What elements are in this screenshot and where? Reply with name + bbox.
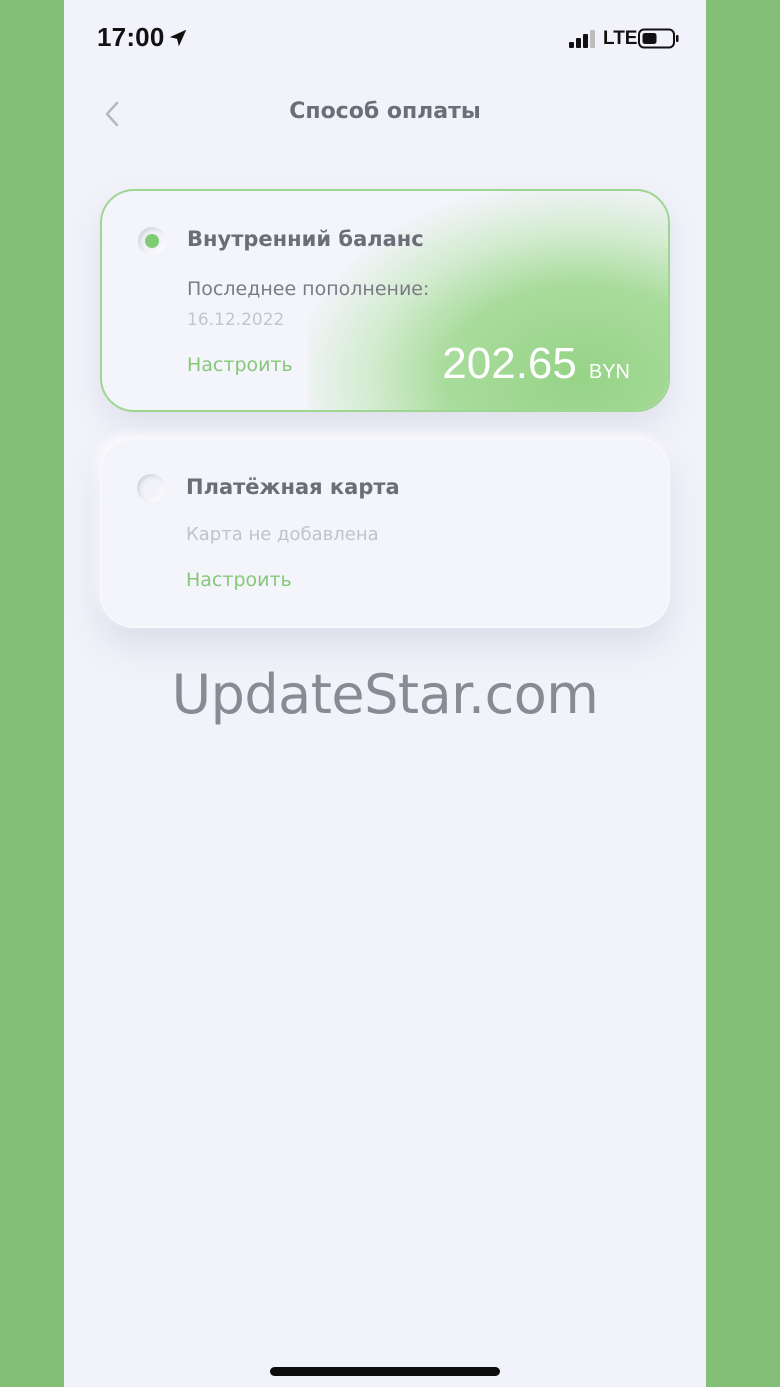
balance-amount: 202.65 BYN: [442, 339, 630, 389]
battery-icon: [638, 28, 679, 49]
balance-setup-link[interactable]: Настроить: [187, 354, 293, 376]
balance-currency: BYN: [588, 361, 630, 383]
balance-title: Внутренний баланс: [187, 227, 424, 251]
signal-icon: [569, 30, 595, 48]
last-topup-date: 16.12.2022: [187, 310, 285, 330]
status-time: 17:00: [97, 22, 165, 52]
phone-screen: 17:00 LTE Способ оплаты Внутренний балан…: [64, 0, 706, 1387]
card-status: Карта не добавлена: [186, 524, 379, 545]
page-title: Способ оплаты: [289, 99, 481, 124]
card-setup-link[interactable]: Настроить: [186, 569, 292, 591]
location-arrow-icon: [169, 29, 187, 47]
home-indicator[interactable]: [270, 1367, 500, 1376]
card-radio[interactable]: [137, 474, 165, 502]
last-topup-label: Последнее пополнение:: [187, 278, 430, 300]
balance-radio[interactable]: [138, 227, 166, 255]
watermark: UpdateStar.com: [171, 663, 599, 726]
payment-method-balance-card[interactable]: Внутренний баланс Последнее пополнение: …: [100, 189, 670, 412]
radio-selected-dot: [145, 234, 159, 248]
payment-method-card-card[interactable]: Платёжная карта Карта не добавлена Настр…: [100, 438, 670, 628]
balance-amount-value: 202.65: [442, 339, 577, 388]
card-title: Платёжная карта: [186, 475, 400, 499]
network-type: LTE: [603, 28, 638, 49]
